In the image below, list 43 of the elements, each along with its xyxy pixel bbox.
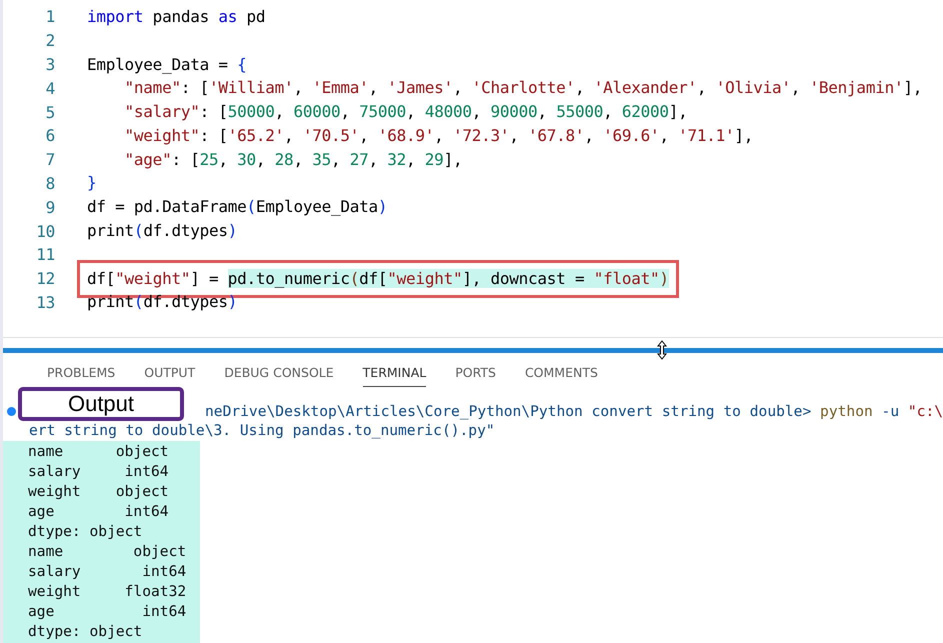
- resize-cursor-icon: [657, 340, 667, 360]
- terminal-command: ert string to double\3. Using pandas.to_numeric().py": [29, 422, 495, 439]
- panel-tab[interactable]: PORTS: [455, 365, 496, 387]
- line-number: 4: [44, 78, 55, 98]
- output-line: dtype: object: [28, 623, 142, 640]
- line-number: 10: [35, 222, 55, 241]
- code-line: "weight": ['65.2', '70.5', '68.9', '72.3', '67.8', '69.6', '71.1'],: [124, 124, 754, 147]
- code-line: print(df.dtypes): [86, 220, 238, 242]
- line-number: 2: [44, 31, 55, 50]
- status-dot-icon: [7, 406, 16, 416]
- panel-tab[interactable]: COMMENTS: [524, 365, 598, 387]
- line-number: 12: [35, 269, 55, 288]
- line-number: 9: [44, 198, 55, 217]
- code-line: df = pd.DataFrame(Employee_Data): [86, 196, 388, 218]
- output-line: age int64: [28, 603, 186, 620]
- line-number: 11: [35, 245, 55, 264]
- output-line: salary int64: [28, 563, 186, 580]
- output-line: salary int64: [28, 463, 169, 480]
- output-callout: Output: [18, 387, 184, 421]
- terminal-command: neDrive\Desktop\Articles\Core_Python\Python convert string to double> python -u "c:\: [205, 402, 943, 420]
- output-line: name object: [28, 543, 186, 560]
- panel-tab[interactable]: DEBUG CONSOLE: [224, 365, 334, 387]
- line-number: 7: [44, 150, 55, 170]
- code-line: }: [86, 172, 98, 194]
- code-line: Employee_Data = {: [86, 54, 248, 76]
- panel-tab[interactable]: PROBLEMS: [47, 365, 116, 387]
- line-number: 6: [44, 126, 55, 146]
- line-number: 3: [44, 54, 55, 74]
- output-line: weight float32: [28, 583, 186, 600]
- output-line: name object: [28, 443, 169, 460]
- line-number: 8: [44, 174, 55, 193]
- output-line: weight object: [28, 483, 169, 500]
- panel-tab[interactable]: OUTPUT: [144, 365, 196, 387]
- code-line: "salary": [50000, 60000, 75000, 48000, 90000, 55000, 62000],: [124, 101, 689, 124]
- code-line: import pandas as pd: [86, 6, 266, 28]
- code-line: "name": ['William', 'Emma', 'James', 'Charlotte', 'Alexander', 'Olivia', 'Benjamin'],: [124, 77, 924, 100]
- line-number: 1: [44, 7, 55, 26]
- line-number: 5: [44, 102, 55, 122]
- panel-tab[interactable]: TERMINAL: [362, 365, 426, 387]
- output-line: age int64: [28, 503, 169, 520]
- line-number: 13: [35, 292, 55, 312]
- code-line: "age": [25, 30, 28, 35, 27, 32, 29],: [124, 148, 464, 171]
- output-line: dtype: object: [28, 523, 142, 540]
